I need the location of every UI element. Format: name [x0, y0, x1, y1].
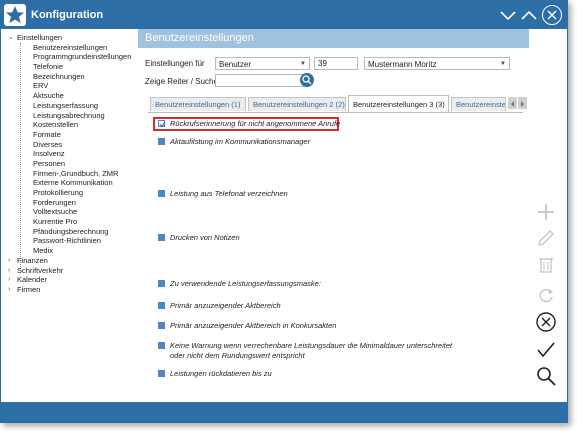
tree-item-programmgrundeinstellungen[interactable]: Programmgrundeinstellungen: [7, 52, 131, 62]
delete-icon[interactable]: [535, 253, 557, 275]
refresh-icon[interactable]: [535, 285, 557, 307]
settings-panel: Benutzereinstellungen Einstellungen für …: [138, 29, 529, 402]
expand-icon[interactable]: ›: [8, 285, 10, 295]
chevron-down-icon[interactable]: [498, 5, 518, 25]
dropdown-arrow-icon: ▼: [500, 61, 506, 67]
cancel-icon[interactable]: [535, 311, 557, 333]
star-icon: [4, 4, 26, 26]
tree-item-einstellungen[interactable]: ⌄ Einstellungen: [7, 33, 131, 43]
option-marker: [158, 302, 165, 309]
tree-item-protokollierung[interactable]: Protokollierung: [7, 188, 131, 198]
tree-item-diverses[interactable]: Diverses: [7, 140, 131, 150]
tree-item-firmen[interactable]: › Firmen: [7, 285, 131, 295]
tree-item-formate[interactable]: Formate: [7, 130, 131, 140]
option-marker: [158, 370, 165, 377]
settings-for-select[interactable]: Benutzer ▼: [215, 57, 310, 70]
tree-item-finanzen[interactable]: › Finanzen: [7, 256, 131, 266]
tree-item-volltextsuche[interactable]: Volltextsuche: [7, 207, 131, 217]
confirm-icon[interactable]: [535, 339, 557, 361]
tree-item-passwort-richtlinien[interactable]: Passwort-Richtlinien: [7, 236, 131, 246]
tree-item-aktsuche[interactable]: Aktsuche: [7, 91, 131, 101]
tree-item-medix[interactable]: Medix: [7, 246, 131, 256]
tab-scroll-left-icon[interactable]: [508, 97, 517, 109]
option-marker: [158, 234, 165, 241]
tree-item-bezeichnungen[interactable]: Bezeichnungen: [7, 72, 131, 82]
tree-item-benutzereinstellungen[interactable]: Benutzereinstellungen: [7, 43, 131, 53]
tree-item-forderungen[interactable]: Forderungen: [7, 198, 131, 208]
config-window: Konfiguration ⌄ Einstellungen Benutzerein…: [0, 0, 568, 423]
expand-icon[interactable]: ›: [8, 256, 10, 266]
expand-icon[interactable]: ›: [8, 266, 10, 276]
tree-item-kurrentie-pro[interactable]: Kurrentie Pro: [7, 217, 131, 227]
user-name-value: Mustermann Moritz: [368, 60, 437, 69]
tab-benutzereinstellungen-2[interactable]: Benutzereinstellungen 2 (2): [248, 97, 346, 111]
option-marker: [158, 280, 165, 287]
title-bar: Konfiguration: [1, 1, 567, 29]
tree-item-erv[interactable]: ERV: [7, 81, 131, 91]
tree-item-schriftverkehr[interactable]: › Schriftverkehr: [7, 266, 131, 276]
dropdown-arrow-icon: ▼: [300, 61, 306, 67]
tab-scroll-right-icon[interactable]: [518, 97, 527, 109]
settings-for-value: Benutzer: [219, 60, 252, 69]
edit-icon[interactable]: [535, 227, 557, 249]
tree-item-kostenstellen[interactable]: Kostenstellen: [7, 120, 131, 130]
search-label: Zeige Reiter / Suche: [145, 77, 218, 86]
search-icon[interactable]: [535, 365, 557, 387]
window-title: Konfiguration: [31, 9, 104, 21]
tree-item-leistungsabrechnung[interactable]: Leistungsabrechnung: [7, 111, 131, 121]
tree-item-leistungserfassung[interactable]: Leistungserfassung: [7, 101, 131, 111]
tree-item-firmen-grundbuch-zmr[interactable]: Firmen-,Grundbuch, ZMR: [7, 169, 131, 179]
tree-item-telefonie[interactable]: Telefonie: [7, 62, 131, 72]
tree-item-personen[interactable]: Personen: [7, 159, 131, 169]
panel-header: Benutzereinstellungen: [138, 29, 529, 48]
status-bar: [1, 402, 567, 422]
tree-item-kalender[interactable]: › Kalender: [7, 275, 131, 285]
tab-benutzereinstellungen-4[interactable]: Benutzereinste: [451, 97, 506, 111]
settings-for-label: Einstellungen für: [145, 59, 205, 68]
checkbox-checked[interactable]: [158, 120, 166, 128]
expand-icon[interactable]: ›: [8, 275, 10, 285]
option-marker: [158, 138, 165, 145]
collapse-icon[interactable]: ⌄: [8, 33, 14, 43]
settings-tree: ⌄ Einstellungen Benutzereinstellungen Pro…: [7, 33, 131, 295]
tab-strip: Benutzereinstellungen (1) Benutzereinste…: [148, 95, 527, 113]
option-marker: [158, 342, 165, 349]
user-id-field[interactable]: 39: [314, 57, 358, 70]
option-marker: [158, 322, 165, 329]
chevron-up-icon[interactable]: [519, 5, 539, 25]
add-icon[interactable]: [535, 201, 557, 223]
user-name-select[interactable]: Mustermann Moritz ▼: [364, 57, 510, 70]
tree-item-insolvenz[interactable]: Insolvenz: [7, 149, 131, 159]
close-icon[interactable]: [542, 5, 562, 25]
option-marker: [158, 190, 165, 197]
tab-divider: [148, 112, 523, 113]
tree-item-pfaendungsberechnung[interactable]: Pfändungsberechnung: [7, 227, 131, 237]
search-button[interactable]: [300, 73, 314, 87]
panel-title: Benutzereinstellungen: [145, 32, 254, 44]
tree-item-externe-kommunikation[interactable]: Externe Kommunikation: [7, 178, 131, 188]
tab-search-input[interactable]: [215, 74, 304, 87]
tab-benutzereinstellungen-1[interactable]: Benutzereinstellungen (1): [150, 97, 246, 111]
tab-benutzereinstellungen-3[interactable]: Benutzereinstellungen 3 (3): [348, 95, 449, 112]
search-icon: [302, 75, 312, 85]
